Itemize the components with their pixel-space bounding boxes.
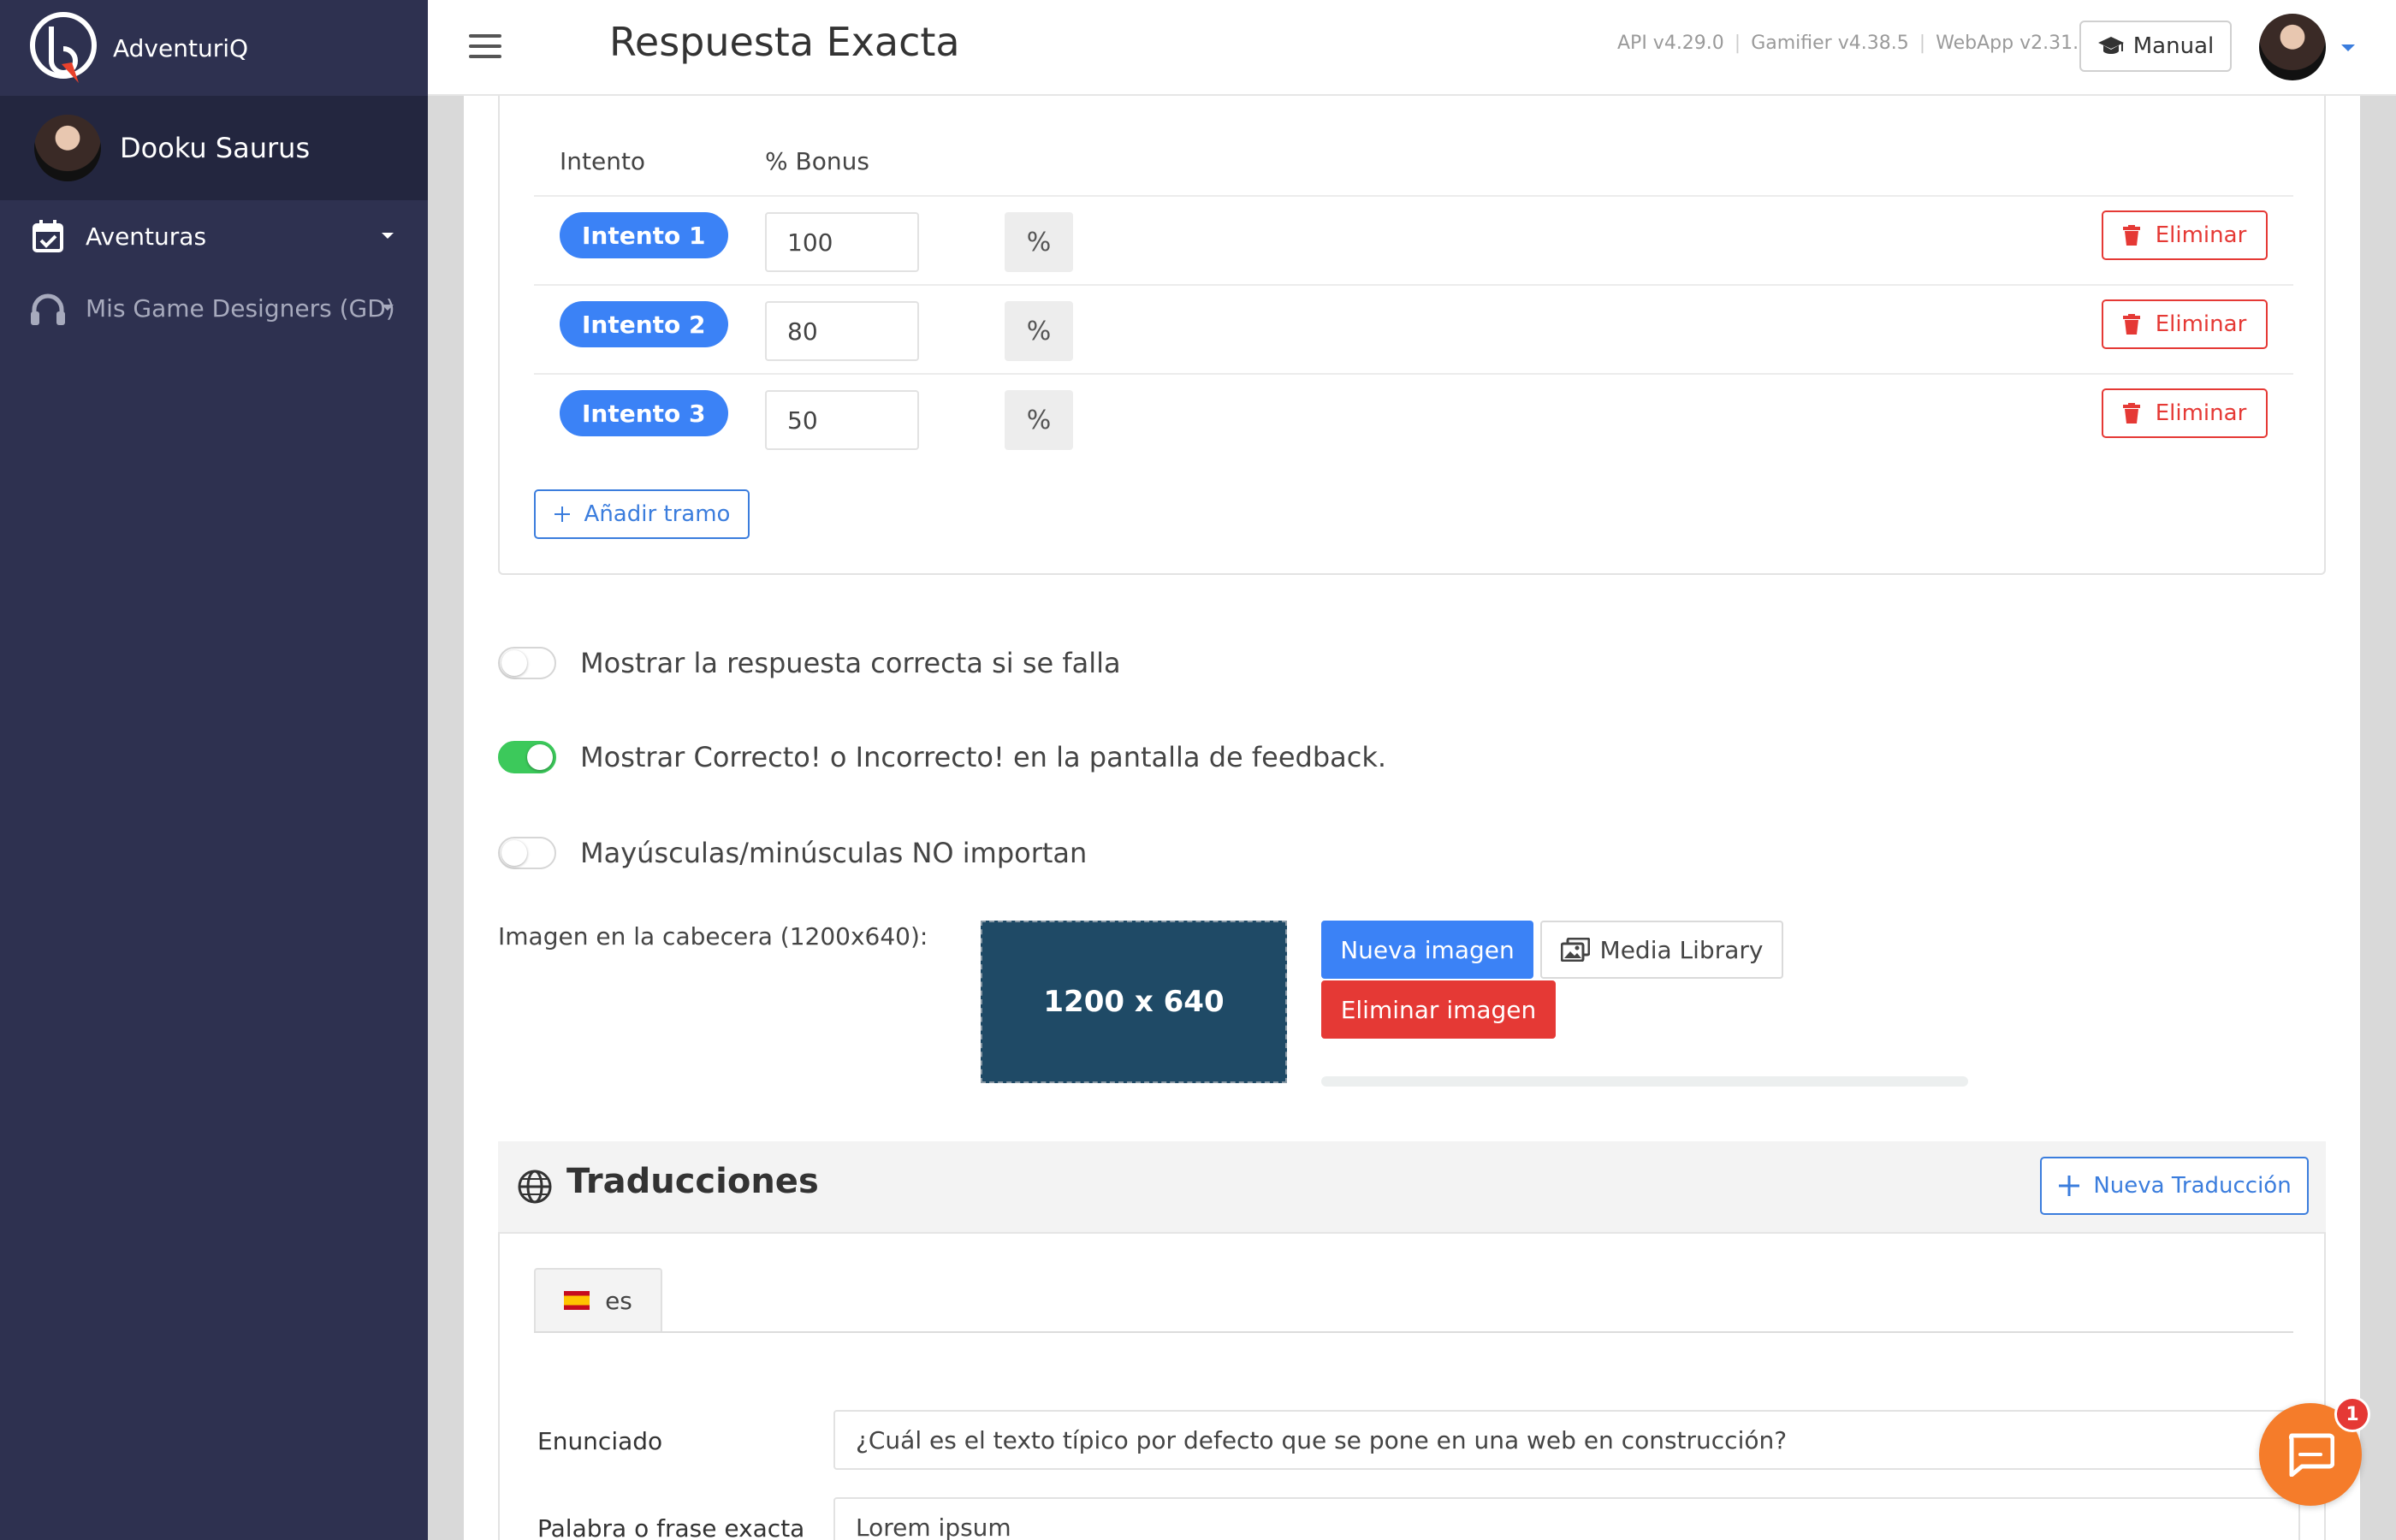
toggle-label: Mayúsculas/minúsculas NO importan xyxy=(580,837,1088,869)
table-row: Intento 2 80 % Eliminar xyxy=(534,284,2293,373)
header-image-preview: 1200 x 640 xyxy=(981,921,1287,1083)
headphones-icon xyxy=(29,289,67,327)
globe-icon xyxy=(518,1170,552,1204)
toggle-label: Mostrar Correcto! o Incorrecto! en la pa… xyxy=(580,741,1387,773)
user-name: Dooku Saurus xyxy=(120,132,311,164)
translations-title: Traducciones xyxy=(566,1162,819,1201)
adventuriq-logo-icon xyxy=(30,12,97,83)
plus-icon xyxy=(554,506,570,522)
manual-label: Manual xyxy=(2132,33,2215,59)
calendar-check-icon xyxy=(29,217,67,255)
caret-down-icon xyxy=(382,305,394,311)
scrollbar[interactable] xyxy=(2360,96,2396,1540)
sidebar-item-aventuras[interactable]: Aventuras xyxy=(0,200,428,272)
chat-notification-badge: 1 xyxy=(2334,1396,2370,1432)
toggle-label: Mostrar la respuesta correcta si se fall… xyxy=(580,647,1121,679)
table-row: Intento 3 50 % Eliminar xyxy=(534,373,2293,462)
intento-badge: Intento 3 xyxy=(560,390,728,436)
chat-bubble-icon xyxy=(2288,1433,2334,1477)
intento-badge: Intento 1 xyxy=(560,212,728,258)
tab-label: es xyxy=(605,1286,632,1315)
new-image-button[interactable]: Nueva imagen xyxy=(1321,921,1533,979)
header-image-label: Imagen en la cabecera (1200x640): xyxy=(498,922,928,951)
brand[interactable]: AdventuriQ xyxy=(0,0,428,96)
toggle-feedback[interactable]: Mostrar Correcto! o Incorrecto! en la pa… xyxy=(498,736,1386,779)
delete-label: Eliminar xyxy=(2155,400,2247,426)
exact-phrase-input[interactable]: Lorem ipsum xyxy=(833,1497,2300,1540)
caret-down-icon[interactable] xyxy=(2341,44,2355,51)
delete-button[interactable]: Eliminar xyxy=(2102,388,2268,438)
manual-button[interactable]: Manual xyxy=(2079,21,2232,72)
trash-icon xyxy=(2122,403,2140,424)
main-content: Intento % Bonus Intento 1 100 % Eliminar… xyxy=(464,96,2360,1540)
delete-image-button[interactable]: Eliminar imagen xyxy=(1321,980,1556,1039)
media-library-label: Media Library xyxy=(1599,935,1764,964)
sidebar-item-label: Mis Game Designers (GD) xyxy=(86,293,395,323)
bonus-input[interactable]: 80 xyxy=(765,301,919,361)
sidebar-item-label: Aventuras xyxy=(86,222,207,251)
webapp-version: WebApp v2.31.1 xyxy=(1936,33,2091,54)
translations-header: Traducciones Nueva Traducción xyxy=(498,1141,2326,1234)
sidebar-item-game-designers[interactable]: Mis Game Designers (GD) xyxy=(0,272,428,344)
new-translation-button[interactable]: Nueva Traducción xyxy=(2040,1157,2309,1215)
toggle-switch[interactable] xyxy=(498,837,556,869)
images-icon xyxy=(1560,938,1590,962)
percent-addon: % xyxy=(1005,390,1073,450)
sidebar-user[interactable]: Dooku Saurus xyxy=(0,96,428,200)
toggle-switch[interactable] xyxy=(498,741,556,773)
hamburger-menu-icon[interactable] xyxy=(469,34,501,60)
col-header-intento: Intento xyxy=(560,147,646,175)
separator: | xyxy=(1919,33,1926,54)
sidebar: AdventuriQ Dooku Saurus Aventuras Mis Ga xyxy=(0,0,428,1540)
version-info: API v4.29.0 | Gamifier v4.38.5 | WebApp … xyxy=(1617,33,2091,54)
tab-lang-es[interactable]: es xyxy=(534,1268,662,1331)
media-library-button[interactable]: Media Library xyxy=(1540,921,1783,979)
intento-badge: Intento 2 xyxy=(560,301,728,347)
tramos-card: Intento % Bonus Intento 1 100 % Eliminar… xyxy=(498,96,2326,575)
add-tramo-button[interactable]: Añadir tramo xyxy=(534,489,750,539)
toggle-switch[interactable] xyxy=(498,647,556,679)
brand-name: AdventuriQ xyxy=(113,33,249,62)
table-row: Intento 1 100 % Eliminar xyxy=(534,195,2293,284)
image-size-text: 1200 x 640 xyxy=(1043,985,1225,1019)
api-version: API v4.29.0 xyxy=(1617,33,1724,54)
bonus-input[interactable]: 100 xyxy=(765,212,919,272)
percent-addon: % xyxy=(1005,301,1073,361)
user-avatar xyxy=(34,115,101,181)
delete-button[interactable]: Eliminar xyxy=(2102,210,2268,260)
new-translation-label: Nueva Traducción xyxy=(2093,1173,2292,1199)
translations-body: es Enunciado ¿Cuál es el texto típico po… xyxy=(498,1234,2326,1540)
bonus-input[interactable]: 50 xyxy=(765,390,919,450)
gamifier-version: Gamifier v4.38.5 xyxy=(1751,33,1909,54)
enunciado-label: Enunciado xyxy=(537,1427,663,1455)
trash-icon xyxy=(2122,225,2140,246)
spain-flag-icon xyxy=(564,1291,590,1310)
trash-icon xyxy=(2122,314,2140,335)
add-tramo-label: Añadir tramo xyxy=(584,501,731,527)
header-avatar[interactable] xyxy=(2259,14,2326,80)
caret-down-icon xyxy=(382,233,394,239)
page-title: Respuesta Exacta xyxy=(609,19,960,65)
exact-phrase-label: Palabra o frase exacta xyxy=(537,1514,805,1540)
delete-button[interactable]: Eliminar xyxy=(2102,299,2268,349)
tab-divider xyxy=(534,1331,2293,1333)
plus-icon xyxy=(2059,1176,2080,1196)
delete-label: Eliminar xyxy=(2155,222,2247,248)
col-header-bonus: % Bonus xyxy=(765,147,869,175)
upload-progress-bar xyxy=(1321,1076,1968,1087)
graduation-cap-icon xyxy=(2097,37,2124,54)
top-header: Respuesta Exacta API v4.29.0 | Gamifier … xyxy=(428,0,2396,96)
delete-label: Eliminar xyxy=(2155,311,2247,337)
percent-addon: % xyxy=(1005,212,1073,272)
toggle-case-insensitive[interactable]: Mayúsculas/minúsculas NO importan xyxy=(498,832,1087,874)
separator: | xyxy=(1734,33,1741,54)
toggle-show-correct[interactable]: Mostrar la respuesta correcta si se fall… xyxy=(498,642,1121,684)
enunciado-input[interactable]: ¿Cuál es el texto típico por defecto que… xyxy=(833,1410,2300,1470)
